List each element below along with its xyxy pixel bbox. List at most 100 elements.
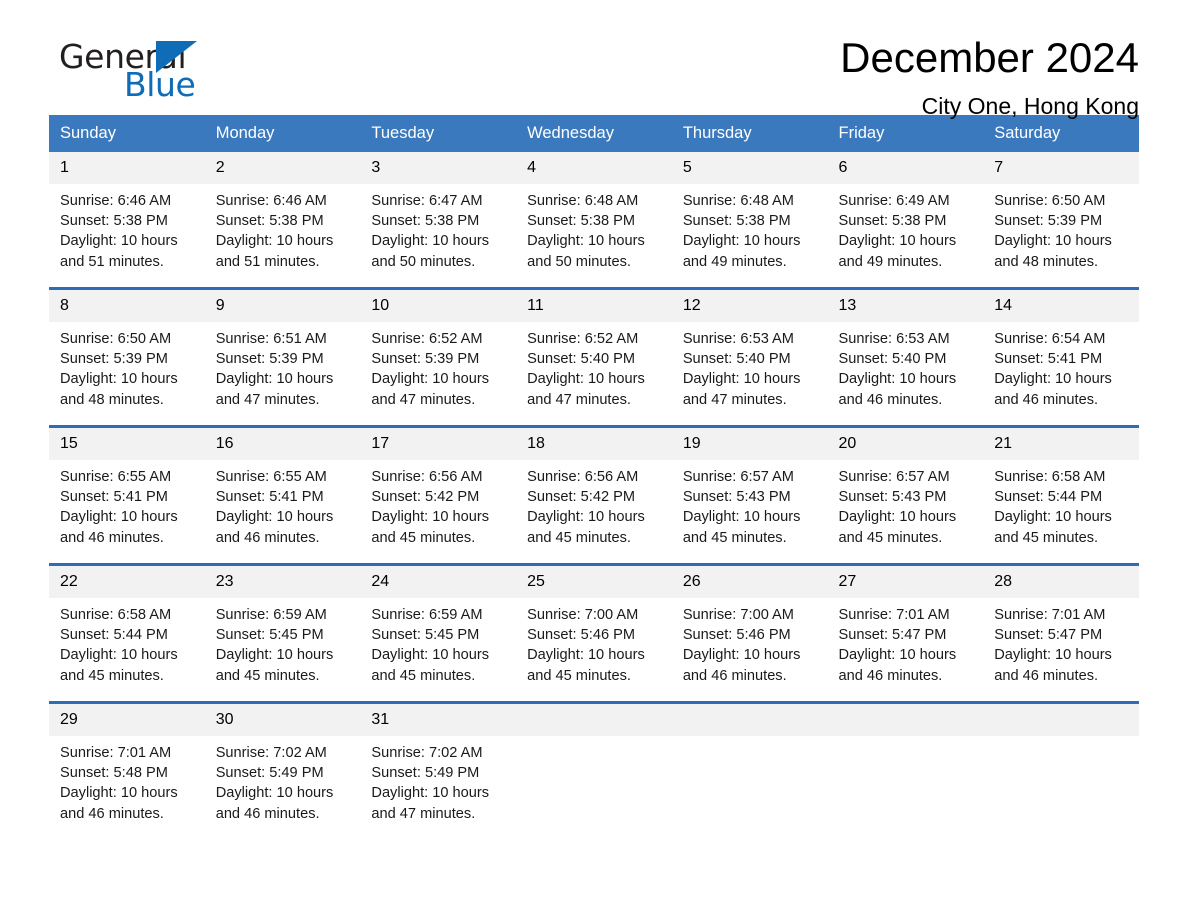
daylight-duration-line1: Daylight: 10 hours <box>215 647 334 664</box>
daylight-duration-line1: Daylight: 10 hours <box>371 509 490 526</box>
daylight-duration-line1: Daylight: 10 hours <box>838 371 957 388</box>
calendar-day-cell[interactable]: 10 Sunrise: 6:52 AM Sunset: 5:39 PM Dayligh… <box>360 288 517 427</box>
sunrise-time: Sunrise: 6:56 AM <box>371 469 483 485</box>
sunrise-time: Sunrise: 6:53 AM <box>682 331 794 347</box>
day-details: Sunrise: 6:56 AM Sunset: 5:42 PM Daylight:… <box>360 460 516 548</box>
calendar-day-cell[interactable]: 5 Sunrise: 6:48 AM Sunset: 5:38 PM Daylight… <box>671 152 828 289</box>
calendar-day-cell[interactable]: 12 Sunrise: 6:53 AM Sunset: 5:40 PM Dayligh… <box>671 288 828 427</box>
sunset-time: Sunset: 5:38 PM <box>215 213 324 230</box>
calendar-day-cell[interactable]: 26 Sunrise: 7:00 AM Sunset: 5:46 PM Dayligh… <box>671 564 828 703</box>
calendar-day-cell[interactable]: 25 Sunrise: 7:00 AM Sunset: 5:46 PM Dayligh… <box>516 564 672 703</box>
day-details: Sunrise: 6:48 AM Sunset: 5:38 PM Daylight:… <box>672 184 828 272</box>
calendar-day-cell[interactable]: 29 Sunrise: 7:01 AM Sunset: 5:48 PM Dayligh… <box>49 702 205 839</box>
sunset-time: Sunset: 5:42 PM <box>371 489 480 506</box>
day-details: Sunrise: 6:52 AM Sunset: 5:40 PM Daylight:… <box>516 322 672 410</box>
day-details: Sunrise: 6:49 AM Sunset: 5:38 PM Daylight:… <box>828 184 984 272</box>
daylight-duration-line1: Daylight: 10 hours <box>60 371 178 388</box>
sunset-time: Sunset: 5:44 PM <box>60 627 168 644</box>
day-number: 1 <box>49 152 205 184</box>
daylight-duration-line2: and 50 minutes. <box>527 253 631 270</box>
daylight-duration-line2: and 47 minutes. <box>527 391 631 408</box>
day-details: Sunrise: 7:02 AM Sunset: 5:49 PM Daylight:… <box>205 736 361 824</box>
sunset-time: Sunset: 5:39 PM <box>371 351 480 368</box>
sunrise-time: Sunrise: 6:49 AM <box>838 193 950 209</box>
calendar-day-cell[interactable]: 16 Sunrise: 6:55 AM Sunset: 5:41 PM Dayligh… <box>204 426 361 565</box>
day-number <box>516 704 672 736</box>
day-details: Sunrise: 6:58 AM Sunset: 5:44 PM Daylight:… <box>983 460 1139 548</box>
day-number: 27 <box>827 566 984 598</box>
day-number: 13 <box>827 290 984 322</box>
day-details: Sunrise: 6:46 AM Sunset: 5:38 PM Daylight:… <box>49 184 205 272</box>
generalblue-logo[interactable]: General Blue <box>49 38 279 110</box>
daylight-duration-line1: Daylight: 10 hours <box>215 509 334 526</box>
calendar-day-cell[interactable]: 24 Sunrise: 6:59 AM Sunset: 5:45 PM Dayligh… <box>360 564 517 703</box>
calendar-day-cell[interactable]: 6 Sunrise: 6:49 AM Sunset: 5:38 PM Daylight… <box>827 152 984 289</box>
daylight-duration-line1: Daylight: 10 hours <box>60 509 178 526</box>
sunrise-time: Sunrise: 6:57 AM <box>838 469 950 485</box>
day-details: Sunrise: 6:51 AM Sunset: 5:39 PM Daylight:… <box>205 322 361 410</box>
calendar-day-cell[interactable]: 8 Sunrise: 6:50 AM Sunset: 5:39 PM Daylight… <box>49 288 205 427</box>
daylight-duration-line2: and 45 minutes. <box>994 529 1099 546</box>
calendar-day-cell[interactable]: 2 Sunrise: 6:46 AM Sunset: 5:38 PM Daylight… <box>204 152 361 289</box>
calendar-day-cell[interactable]: 11 Sunrise: 6:52 AM Sunset: 5:40 PM Dayligh… <box>516 288 672 427</box>
sunrise-time: Sunrise: 6:50 AM <box>60 331 172 347</box>
daylight-duration-line1: Daylight: 10 hours <box>527 647 645 664</box>
day-details: Sunrise: 6:59 AM Sunset: 5:45 PM Daylight:… <box>360 598 516 686</box>
day-details: Sunrise: 6:57 AM Sunset: 5:43 PM Daylight:… <box>672 460 828 548</box>
daylight-duration-line2: and 51 minutes. <box>215 253 320 270</box>
calendar-day-cell[interactable]: 21 Sunrise: 6:58 AM Sunset: 5:44 PM Dayligh… <box>983 426 1139 565</box>
day-details: Sunrise: 6:54 AM Sunset: 5:41 PM Daylight:… <box>983 322 1139 410</box>
calendar-day-cell[interactable]: 27 Sunrise: 7:01 AM Sunset: 5:47 PM Dayligh… <box>827 564 984 703</box>
day-number: 7 <box>983 152 1139 184</box>
day-number: 20 <box>827 428 984 460</box>
calendar-day-cell[interactable]: 4 Sunrise: 6:48 AM Sunset: 5:38 PM Daylight… <box>516 152 672 289</box>
calendar-day-cell[interactable]: 23 Sunrise: 6:59 AM Sunset: 5:45 PM Dayligh… <box>204 564 361 703</box>
sunrise-time: Sunrise: 7:00 AM <box>527 607 639 623</box>
weekday-header-monday: Monday <box>204 115 361 152</box>
calendar-day-cell[interactable]: 28 Sunrise: 7:01 AM Sunset: 5:47 PM Dayligh… <box>983 564 1139 703</box>
calendar-day-cell[interactable]: 3 Sunrise: 6:47 AM Sunset: 5:38 PM Daylight… <box>360 152 517 289</box>
calendar-day-cell[interactable]: 1 Sunrise: 6:46 AM Sunset: 5:38 PM Daylight… <box>49 152 205 289</box>
calendar-day-cell-empty <box>827 702 984 839</box>
sunset-time: Sunset: 5:41 PM <box>215 489 324 506</box>
daylight-duration-line1: Daylight: 10 hours <box>371 371 490 388</box>
location-subtitle: City One, Hong Kong <box>921 93 1139 119</box>
day-number: 29 <box>49 704 205 736</box>
daylight-duration-line2: and 50 minutes. <box>371 253 476 270</box>
sunrise-time: Sunrise: 6:59 AM <box>215 607 327 623</box>
day-details: Sunrise: 7:02 AM Sunset: 5:49 PM Daylight:… <box>360 736 516 824</box>
calendar-day-cell[interactable]: 18 Sunrise: 6:56 AM Sunset: 5:42 PM Dayligh… <box>516 426 672 565</box>
calendar-day-cell[interactable]: 9 Sunrise: 6:51 AM Sunset: 5:39 PM Daylight… <box>204 288 361 427</box>
daylight-duration-line1: Daylight: 10 hours <box>371 785 490 802</box>
calendar-day-cell[interactable]: 13 Sunrise: 6:53 AM Sunset: 5:40 PM Dayligh… <box>827 288 984 427</box>
calendar-day-cell[interactable]: 17 Sunrise: 6:56 AM Sunset: 5:42 PM Dayligh… <box>360 426 517 565</box>
calendar-day-cell[interactable]: 31 Sunrise: 7:02 AM Sunset: 5:49 PM Dayligh… <box>360 702 517 839</box>
sunset-time: Sunset: 5:46 PM <box>682 627 791 644</box>
day-number: 22 <box>49 566 205 598</box>
weekday-header-saturday: Saturday <box>983 115 1139 152</box>
day-number: 4 <box>516 152 672 184</box>
sunrise-time: Sunrise: 6:52 AM <box>371 331 483 347</box>
daylight-duration-line1: Daylight: 10 hours <box>682 509 801 526</box>
calendar-day-cell[interactable]: 20 Sunrise: 6:57 AM Sunset: 5:43 PM Dayligh… <box>827 426 984 565</box>
daylight-duration-line2: and 47 minutes. <box>682 391 787 408</box>
calendar-day-cell[interactable]: 15 Sunrise: 6:55 AM Sunset: 5:41 PM Dayligh… <box>49 426 205 565</box>
calendar-day-cell[interactable]: 30 Sunrise: 7:02 AM Sunset: 5:49 PM Dayligh… <box>204 702 361 839</box>
daylight-duration-line1: Daylight: 10 hours <box>838 647 957 664</box>
sunrise-time: Sunrise: 6:46 AM <box>60 193 172 209</box>
calendar-day-cell[interactable]: 7 Sunrise: 6:50 AM Sunset: 5:39 PM Daylight… <box>983 152 1139 289</box>
calendar-day-cell[interactable]: 14 Sunrise: 6:54 AM Sunset: 5:41 PM Dayligh… <box>983 288 1139 427</box>
sunset-time: Sunset: 5:48 PM <box>60 765 168 782</box>
sunset-time: Sunset: 5:39 PM <box>60 351 168 368</box>
daylight-duration-line1: Daylight: 10 hours <box>682 647 801 664</box>
day-details: Sunrise: 6:55 AM Sunset: 5:41 PM Daylight:… <box>205 460 361 548</box>
daylight-duration-line2: and 48 minutes. <box>994 253 1099 270</box>
calendar-day-cell[interactable]: 22 Sunrise: 6:58 AM Sunset: 5:44 PM Dayligh… <box>49 564 205 703</box>
calendar-header-row: Sunday Monday Tuesday Wednesday Thursday… <box>49 115 1139 152</box>
calendar-week-row: 15 Sunrise: 6:55 AM Sunset: 5:41 PM Dayligh… <box>49 426 1139 565</box>
day-details: Sunrise: 6:50 AM Sunset: 5:39 PM Daylight:… <box>983 184 1139 272</box>
day-number: 31 <box>360 704 517 736</box>
sunrise-time: Sunrise: 7:02 AM <box>215 745 327 761</box>
calendar-day-cell[interactable]: 19 Sunrise: 6:57 AM Sunset: 5:43 PM Dayligh… <box>671 426 828 565</box>
sunset-time: Sunset: 5:45 PM <box>371 627 480 644</box>
